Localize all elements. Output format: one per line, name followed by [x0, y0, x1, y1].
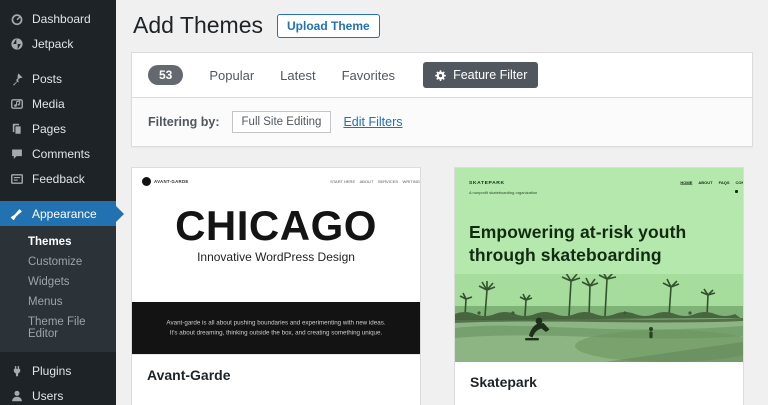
- preview-nav-item: HOME: [680, 180, 692, 185]
- submenu-item-themes[interactable]: Themes: [0, 232, 116, 252]
- theme-card-footer: Skatepark: [455, 362, 743, 405]
- submenu-item-widgets[interactable]: Widgets: [0, 272, 116, 292]
- theme-card-skatepark[interactable]: SKATEPARK A nonprofit skateboarding orga…: [454, 167, 744, 405]
- filter-link-popular[interactable]: Popular: [209, 68, 254, 83]
- sidebar-separator: [0, 191, 116, 201]
- filter-links-row: 53 Popular Latest Favorites Feature Filt…: [132, 53, 752, 97]
- filtering-by-label: Filtering by:: [148, 115, 220, 129]
- theme-name: Avant-Garde: [147, 367, 231, 383]
- filtering-by-row: Filtering by: Full Site Editing Edit Fil…: [132, 97, 752, 146]
- feature-filter-label: Feature Filter: [453, 68, 527, 82]
- theme-card-avant-garde[interactable]: AVANT-GARDE START HERE ABOUT SERVICES WR…: [131, 167, 421, 405]
- avant-garde-logo: [142, 177, 151, 186]
- pages-icon: [10, 122, 24, 136]
- avant-garde-preview-header: AVANT-GARDE START HERE ABOUT SERVICES WR…: [132, 168, 420, 186]
- sidebar-item-label: Plugins: [32, 364, 71, 378]
- preview-nav-item: SERVICES: [378, 179, 398, 184]
- feature-filter-button[interactable]: Feature Filter: [423, 62, 538, 88]
- avant-garde-hero: CHICAGO Innovative WordPress Design: [132, 205, 420, 264]
- filter-link-favorites[interactable]: Favorites: [342, 68, 395, 83]
- sidebar-item-plugins[interactable]: Plugins: [0, 358, 116, 383]
- sidebar-item-label: Comments: [32, 147, 90, 161]
- jetpack-icon: [10, 37, 24, 51]
- sidebar-item-pages[interactable]: Pages: [0, 116, 116, 141]
- preview-nav-item: START HERE: [330, 179, 355, 184]
- filter-link-latest[interactable]: Latest: [280, 68, 315, 83]
- sidebar-item-feedback[interactable]: Feedback: [0, 166, 116, 191]
- edit-filters-link[interactable]: Edit Filters: [343, 115, 402, 129]
- page-title: Add Themes: [133, 12, 263, 39]
- skatepark-preview-nav: HOME ABOUT FAQS CONTACT: [680, 180, 743, 185]
- sidebar-item-posts[interactable]: Posts: [0, 66, 116, 91]
- main-content: Add Themes Upload Theme 53 Popular Lates…: [116, 0, 768, 405]
- sidebar-item-label: Posts: [32, 72, 62, 86]
- themes-grid: AVANT-GARDE START HERE ABOUT SERVICES WR…: [131, 167, 753, 405]
- avant-garde-blurb: Avant-garde is all about pushing boundar…: [137, 318, 415, 338]
- submenu-item-theme-file-editor[interactable]: Theme File Editor: [0, 312, 116, 344]
- sidebar-item-label: Pages: [32, 122, 66, 136]
- sidebar-item-label: Feedback: [32, 172, 85, 186]
- sidebar-item-label: Appearance: [32, 207, 97, 221]
- skatepark-preview-header: SKATEPARK A nonprofit skateboarding orga…: [455, 168, 743, 197]
- skatepark-photo: [455, 274, 743, 362]
- upload-theme-button[interactable]: Upload Theme: [277, 14, 380, 38]
- sidebar-separator: [0, 56, 116, 66]
- comment-bubble-icon: [10, 147, 24, 161]
- avant-garde-preview: AVANT-GARDE START HERE ABOUT SERVICES WR…: [132, 168, 420, 355]
- sidebar-item-media[interactable]: Media: [0, 91, 116, 116]
- avant-garde-heading: CHICAGO: [132, 205, 420, 247]
- submenu-item-customize[interactable]: Customize: [0, 252, 116, 272]
- dashboard-icon: [10, 12, 24, 26]
- user-icon: [10, 389, 24, 403]
- sidebar-item-label: Dashboard: [32, 12, 91, 26]
- paintbrush-icon: [10, 207, 24, 221]
- skatepark-heading: Empowering at-risk youth through skatebo…: [469, 221, 689, 267]
- preview-nav-item: ABOUT: [698, 180, 712, 185]
- sidebar-item-appearance[interactable]: Appearance: [0, 201, 116, 226]
- plugin-icon: [10, 364, 24, 378]
- page-header: Add Themes Upload Theme: [131, 0, 753, 39]
- sidebar-item-comments[interactable]: Comments: [0, 141, 116, 166]
- sidebar-item-label: Jetpack: [32, 37, 73, 51]
- appearance-submenu: Themes Customize Widgets Menus Theme Fil…: [0, 226, 116, 352]
- gear-icon: [434, 69, 447, 82]
- submenu-item-menus[interactable]: Menus: [0, 292, 116, 312]
- theme-name: Skatepark: [470, 374, 537, 390]
- skatepark-tagline: A nonprofit skateboarding organization: [469, 190, 537, 195]
- skatepark-social-icons: [735, 190, 743, 193]
- preview-nav-item: ABOUT: [360, 179, 374, 184]
- preview-nav-item: CONTACT: [735, 180, 743, 185]
- sidebar-item-dashboard[interactable]: Dashboard: [0, 6, 116, 31]
- sidebar-item-label: Media: [32, 97, 65, 111]
- skatepark-photo-illustration: [455, 274, 743, 362]
- filter-tag-full-site-editing: Full Site Editing: [232, 111, 332, 133]
- avant-garde-preview-nav: START HERE ABOUT SERVICES WRITING CONTAC…: [330, 179, 420, 184]
- skatepark-brand-block: SKATEPARK A nonprofit skateboarding orga…: [469, 178, 606, 197]
- avant-garde-subheading: Innovative WordPress Design: [132, 250, 420, 264]
- media-icon: [10, 97, 24, 111]
- pushpin-icon: [10, 72, 24, 86]
- blurb-line: Avant-garde is all about pushing boundar…: [137, 318, 415, 328]
- avant-garde-dark-strip: Avant-garde is all about pushing boundar…: [132, 302, 420, 354]
- sidebar-item-label: Users: [32, 389, 63, 403]
- skatepark-preview: SKATEPARK A nonprofit skateboarding orga…: [455, 168, 743, 362]
- preview-nav-item: WRITING: [403, 179, 420, 184]
- skatepark-header-right: HOME ABOUT FAQS CONTACT: [606, 178, 743, 197]
- theme-filter-bar: 53 Popular Latest Favorites Feature Filt…: [131, 52, 753, 147]
- twitter-icon: [735, 190, 738, 193]
- preview-nav-item: FAQS: [718, 180, 729, 185]
- theme-card-footer: Avant-Garde: [132, 355, 420, 399]
- feedback-form-icon: [10, 172, 24, 186]
- active-menu-arrow: [116, 206, 124, 222]
- theme-count-badge: 53: [148, 65, 183, 85]
- avant-garde-brand: AVANT-GARDE: [154, 179, 189, 184]
- blurb-line: It's about dreaming, thinking outside th…: [137, 328, 415, 338]
- sidebar-item-jetpack[interactable]: Jetpack: [0, 31, 116, 56]
- sidebar-item-users[interactable]: Users: [0, 383, 116, 405]
- skatepark-brand: SKATEPARK: [469, 180, 554, 186]
- admin-sidebar: Dashboard Jetpack Posts Media Pages Comm…: [0, 0, 116, 405]
